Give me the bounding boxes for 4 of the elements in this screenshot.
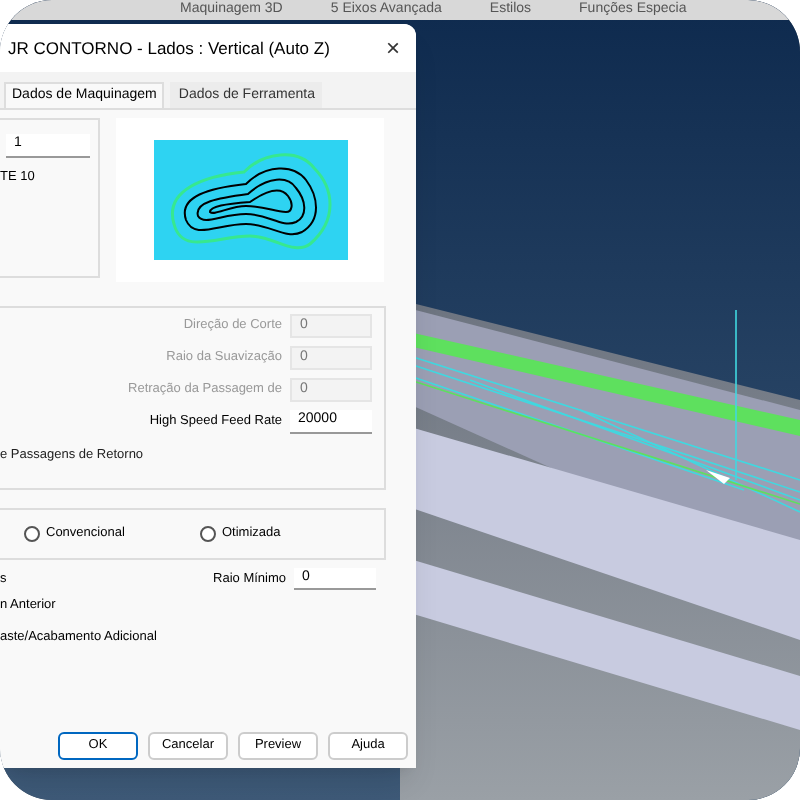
radio-button[interactable] [24,526,40,542]
window-title: JR CONTORNO - Lados : Vertical (Auto Z) [8,35,330,61]
radio-button[interactable] [200,526,216,542]
close-button[interactable]: × [377,36,408,60]
